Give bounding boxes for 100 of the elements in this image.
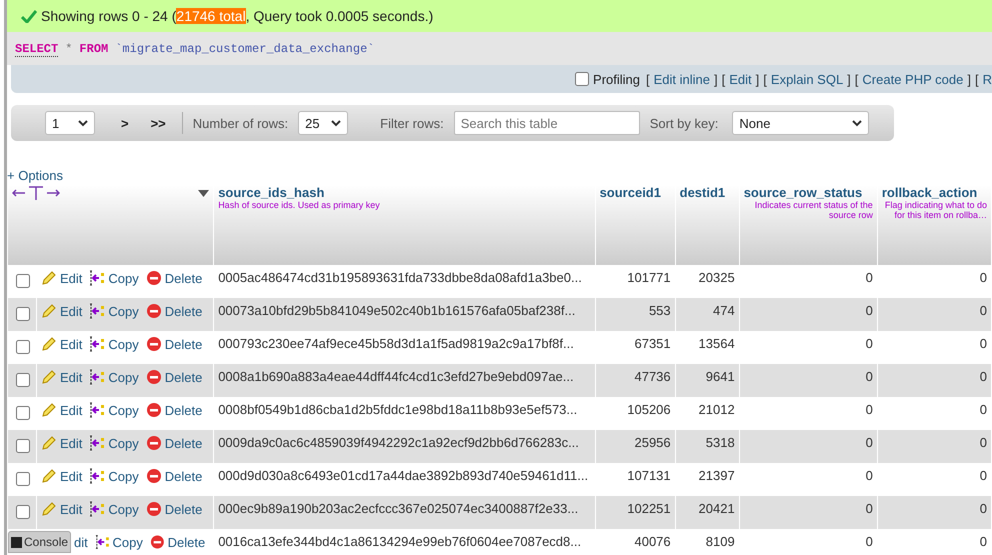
copy-link[interactable]: Copy: [108, 304, 139, 318]
copy-link[interactable]: Copy: [108, 502, 139, 516]
edit-link[interactable]: Edit: [60, 502, 82, 516]
table-cell: 0: [980, 303, 987, 318]
table-cell: 40076: [634, 534, 671, 549]
row-checkbox[interactable]: [16, 340, 30, 354]
delete-link[interactable]: Delete: [164, 336, 202, 352]
column-name[interactable]: rollback_action: [882, 185, 987, 200]
table-cell: 0: [866, 369, 873, 384]
copy-icon: [89, 435, 106, 451]
column-name[interactable]: source_ids_hash: [218, 185, 591, 200]
column-comment: Indicates current status of the source row: [754, 200, 873, 220]
query-action-link[interactable]: Edit: [729, 72, 752, 86]
table-cell: 000d9d030a8c6493e01cd17a44dae3892b893d740e59461d11...: [218, 468, 588, 483]
pencil-icon: [41, 468, 58, 484]
table-cell: 8109: [706, 534, 735, 549]
table-cell: 0009da9c0ac6c4859039f4942292c1a92ecf9d2bb6d766283c...: [218, 435, 579, 450]
delete-icon: [146, 369, 162, 385]
column-name[interactable]: sourceid1: [600, 185, 671, 200]
row-checkbox[interactable]: [16, 505, 30, 519]
delete-link[interactable]: Delete: [164, 304, 202, 318]
caret-icon: [852, 120, 862, 126]
column-name[interactable]: source_row_status: [744, 185, 873, 200]
edit-link[interactable]: Edit: [60, 436, 82, 450]
edit-link[interactable]: dit: [74, 534, 88, 550]
checkmark-icon: [21, 9, 37, 23]
table-cell: 0: [866, 402, 873, 417]
sort-triangle-icon[interactable]: [198, 190, 210, 196]
delete-link[interactable]: Delete: [164, 468, 202, 484]
filter-field[interactable]: Search this table: [454, 111, 640, 135]
column-comment: Hash of source ids. Used as primary key: [218, 200, 381, 210]
column-name[interactable]: destid1: [680, 185, 735, 200]
copy-link[interactable]: Copy: [108, 436, 139, 450]
row-checkbox[interactable]: [16, 274, 30, 288]
table-cell: 474: [713, 303, 735, 318]
next-page-button[interactable]: >: [115, 116, 135, 130]
delete-link[interactable]: Delete: [164, 436, 202, 450]
copy-link[interactable]: Copy: [108, 270, 139, 286]
table-cell: 553: [648, 303, 671, 318]
row-checkbox[interactable]: [16, 439, 30, 453]
delete-icon: [146, 468, 162, 484]
query-action-link[interactable]: Create PHP code: [862, 72, 964, 86]
delete-icon: [146, 402, 162, 418]
options-link[interactable]: + Options: [7, 168, 64, 183]
bracket: ]: [847, 72, 851, 86]
edit-link[interactable]: Edit: [60, 402, 82, 418]
copy-icon: [89, 468, 106, 484]
pencil-icon: [41, 270, 58, 286]
edit-link[interactable]: Edit: [60, 468, 82, 484]
column-header[interactable]: rollback_action Flag indicating what to do for this item on rollba…: [878, 185, 991, 265]
table-cell: 20421: [698, 501, 735, 516]
query-action-link[interactable]: R: [982, 72, 992, 86]
edit-link[interactable]: Edit: [60, 336, 82, 352]
edit-link[interactable]: Edit: [60, 304, 82, 318]
table-cell: 0: [866, 270, 873, 285]
delete-icon: [146, 501, 162, 517]
caret-icon: [78, 120, 88, 126]
copy-link[interactable]: Copy: [108, 370, 139, 384]
column-header[interactable]: destid1: [676, 185, 739, 265]
table-cell: 21012: [698, 402, 735, 417]
query-action-link[interactable]: Edit inline: [654, 72, 710, 86]
table-cell: 0: [866, 468, 873, 483]
query-action-link[interactable]: Explain SQL: [770, 72, 844, 86]
edit-link[interactable]: Edit: [60, 370, 82, 384]
row-checkbox[interactable]: [16, 307, 30, 321]
table-cell: 20325: [698, 270, 735, 285]
edit-link[interactable]: Edit: [60, 270, 82, 286]
column-comment: Flag indicating what to do for this item on rollba…: [884, 200, 987, 220]
delete-link[interactable]: Delete: [164, 502, 202, 516]
table-cell: 000ec9b89a190b203ac2ecfccc367e025074ec3400887f2e33...: [218, 501, 578, 516]
row-checkbox[interactable]: [16, 472, 30, 486]
bracket: ]: [967, 72, 971, 86]
table-cell: 0008a1b690a883a4eae44dff44fc4cd1c3efd27be9ebd097ae...: [218, 369, 574, 384]
delete-link[interactable]: Delete: [164, 270, 202, 286]
last-page-button[interactable]: >>: [144, 116, 172, 130]
table-cell: 0: [866, 534, 873, 549]
row-checkbox[interactable]: [16, 406, 30, 420]
table-cell: 0: [980, 435, 987, 450]
table-cell: 0: [980, 369, 987, 384]
sort-select[interactable]: None: [732, 111, 870, 135]
delete-link[interactable]: Delete: [168, 534, 206, 550]
profiling-label: Profiling: [593, 72, 640, 86]
profiling-checkbox[interactable]: [575, 72, 590, 86]
delete-icon: [146, 435, 162, 451]
copy-link[interactable]: Copy: [112, 534, 143, 550]
row-checkbox[interactable]: [16, 373, 30, 387]
rows-select[interactable]: 25: [298, 111, 348, 135]
column-header[interactable]: sourceid1: [596, 185, 675, 265]
column-arrows-icon[interactable]: [12, 185, 60, 201]
copy-link[interactable]: Copy: [108, 336, 139, 352]
delete-link[interactable]: Delete: [164, 402, 202, 418]
page-select[interactable]: 1: [45, 111, 95, 135]
console-button[interactable]: Console: [8, 531, 72, 553]
copy-link[interactable]: Copy: [108, 402, 139, 418]
copy-link[interactable]: Copy: [108, 468, 139, 484]
table-cell: 13564: [698, 336, 735, 351]
delete-icon: [146, 303, 162, 319]
delete-link[interactable]: Delete: [164, 370, 202, 384]
sort-label: Sort by key:: [650, 116, 718, 130]
column-header[interactable]: source_ids_hash Hash of source ids. Used as primary key: [214, 185, 595, 265]
